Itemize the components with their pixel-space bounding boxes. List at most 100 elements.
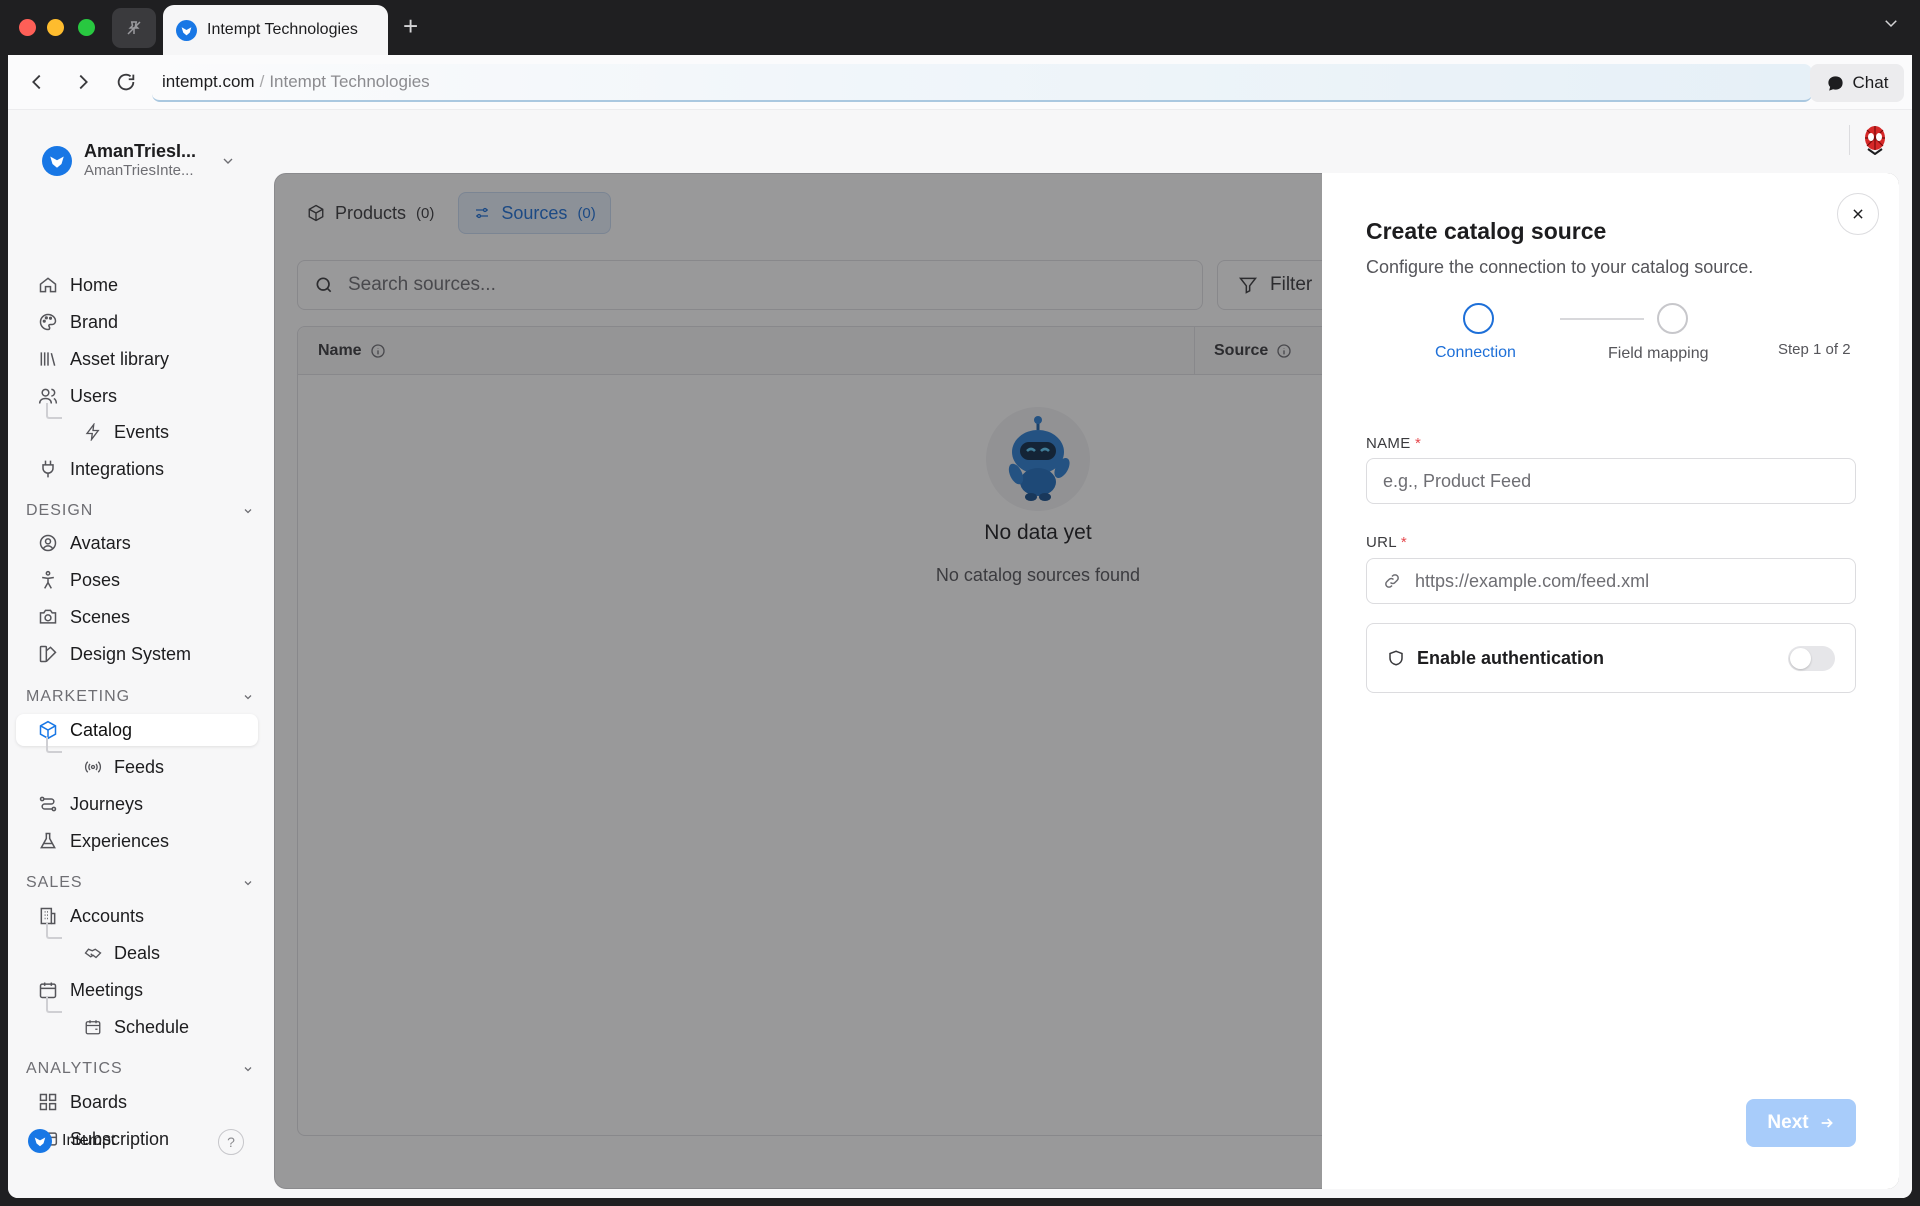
- help-button[interactable]: ?: [218, 1129, 244, 1155]
- journey-icon: [39, 796, 57, 812]
- section-title: MARKETING: [26, 688, 131, 705]
- required-mark: *: [1400, 534, 1407, 551]
- sidebar-item-events[interactable]: Events: [16, 416, 258, 448]
- broadcast-icon: [84, 761, 102, 773]
- reload-icon[interactable]: [115, 71, 137, 93]
- chat-bubble-icon: [1827, 75, 1843, 91]
- section-design-header[interactable]: DESIGN: [26, 501, 254, 521]
- sidebar-item-journeys[interactable]: Journeys: [16, 788, 258, 820]
- section-sales-header[interactable]: SALES: [26, 873, 254, 893]
- sidebar-item-avatars[interactable]: Avatars: [16, 527, 258, 559]
- name-placeholder: e.g., Product Feed: [1383, 470, 1532, 491]
- spider-avatar-icon: [1865, 126, 1885, 155]
- tab-title: Intempt Technologies: [207, 21, 358, 38]
- tab-list-chevron-icon[interactable]: [1882, 14, 1900, 37]
- pose-icon: [42, 570, 54, 589]
- shield-icon: [1389, 650, 1403, 666]
- user-avatar[interactable]: [1860, 125, 1890, 155]
- library-icon: [40, 352, 56, 366]
- next-label: Next: [1767, 1112, 1809, 1133]
- url-input[interactable]: https://example.com/feed.xml: [1366, 558, 1856, 604]
- back-icon[interactable]: [26, 71, 48, 93]
- maximize-window-button[interactable]: [78, 19, 95, 36]
- minimize-window-button[interactable]: [47, 19, 64, 36]
- close-window-button[interactable]: [19, 19, 36, 36]
- toggle-knob: [1790, 647, 1811, 669]
- sidebar-item-label: Feeds: [114, 756, 165, 777]
- sidebar: AmanTriesI... AmanTriesInte... Home Bran…: [8, 111, 274, 1198]
- browser-window: intempt.com / Intempt Technologies Chat …: [8, 55, 1912, 1198]
- sidebar-item-asset-library[interactable]: Asset library: [16, 343, 258, 375]
- forward-icon[interactable]: [72, 71, 94, 93]
- sidebar-item-deals[interactable]: Deals: [16, 937, 258, 969]
- sidebar-item-label: Boards: [70, 1091, 128, 1112]
- sidebar-item-label: Users: [70, 385, 118, 406]
- sidebar-item-scenes[interactable]: Scenes: [16, 601, 258, 633]
- sidebar-item-label: Design System: [70, 643, 192, 664]
- section-title: ANALYTICS: [26, 1060, 123, 1077]
- name-input[interactable]: e.g., Product Feed: [1366, 458, 1856, 504]
- sidebar-item-label: Integrations: [70, 458, 165, 479]
- close-icon: [1853, 209, 1863, 219]
- url-separator: /: [259, 72, 265, 91]
- palette-icon: [39, 313, 57, 331]
- name-field-label: NAME *: [1366, 435, 1421, 452]
- browser-tab[interactable]: Intempt Technologies: [163, 5, 388, 55]
- step-count: Step 1 of 2: [1778, 341, 1851, 358]
- url-label-text: URL: [1366, 534, 1397, 551]
- sidebar-item-experiences[interactable]: Experiences: [16, 825, 258, 857]
- drawer-subtitle: Configure the connection to your catalog…: [1366, 257, 1754, 277]
- new-tab-button[interactable]: +: [403, 11, 418, 41]
- sidebar-item-label: Schedule: [114, 1016, 190, 1037]
- sidebar-item-feeds[interactable]: Feeds: [16, 751, 258, 783]
- step-connection-label: Connection: [1435, 344, 1516, 361]
- home-icon: [39, 277, 57, 293]
- sidebar-item-label: Scenes: [70, 606, 131, 627]
- section-marketing-header[interactable]: MARKETING: [26, 687, 254, 707]
- section-analytics-header[interactable]: ANALYTICS: [26, 1059, 254, 1079]
- chevron-down-icon: [244, 695, 252, 700]
- chevron-down-icon: [223, 158, 233, 164]
- chevron-down-icon: [244, 1067, 252, 1072]
- enable-authentication-toggle[interactable]: [1788, 645, 1835, 671]
- url-field[interactable]: intempt.com / Intempt Technologies: [152, 64, 1812, 102]
- plug-icon: [42, 460, 54, 478]
- sidebar-item-home[interactable]: Home: [16, 269, 258, 301]
- next-button[interactable]: Next: [1746, 1099, 1856, 1147]
- sidebar-item-poses[interactable]: Poses: [16, 564, 258, 596]
- avatar-icon: [39, 534, 57, 552]
- sidebar-item-brand[interactable]: Brand: [16, 306, 258, 338]
- chevron-down-icon: [244, 509, 252, 514]
- pin-tab-button[interactable]: [112, 8, 156, 48]
- sidebar-item-design-system[interactable]: Design System: [16, 638, 258, 670]
- url-field-label: URL *: [1366, 534, 1407, 551]
- required-mark: *: [1415, 435, 1422, 452]
- intempt-logo-icon: [28, 1129, 52, 1153]
- browser-tab-bar: Intempt Technologies +: [0, 0, 1920, 55]
- url-page-title: Intempt Technologies: [269, 72, 430, 91]
- url-placeholder: https://example.com/feed.xml: [1415, 570, 1650, 591]
- close-drawer-button[interactable]: [1837, 193, 1879, 235]
- name-label-text: NAME: [1366, 435, 1411, 452]
- arrow-right-icon: [1821, 1118, 1833, 1128]
- bolt-icon: [85, 423, 100, 441]
- sidebar-item-boards[interactable]: Boards: [16, 1086, 258, 1118]
- sidebar-item-label: Experiences: [70, 830, 170, 851]
- chat-label: Chat: [1852, 73, 1889, 92]
- drawer-title: Create catalog source: [1366, 218, 1607, 244]
- sidebar-footer-brand[interactable]: Intempt: [28, 1129, 115, 1153]
- flask-icon: [40, 832, 56, 849]
- sidebar-item-schedule[interactable]: Schedule: [16, 1011, 258, 1043]
- section-title: SALES: [26, 874, 83, 891]
- link-icon: [1385, 574, 1399, 588]
- step-connector-line: [1560, 318, 1644, 320]
- chat-button[interactable]: Chat: [1810, 64, 1904, 102]
- sidebar-item-label: Home: [70, 274, 119, 295]
- section-title: DESIGN: [26, 502, 94, 519]
- step-connection-indicator[interactable]: [1463, 303, 1494, 334]
- sidebar-item-integrations[interactable]: Integrations: [16, 453, 258, 485]
- intempt-logo-icon: [42, 145, 72, 176]
- step-field-mapping-indicator[interactable]: [1657, 303, 1688, 334]
- enable-authentication-row: Enable authentication: [1366, 623, 1856, 693]
- workspace-switcher[interactable]: AmanTriesI... AmanTriesInte...: [42, 141, 233, 180]
